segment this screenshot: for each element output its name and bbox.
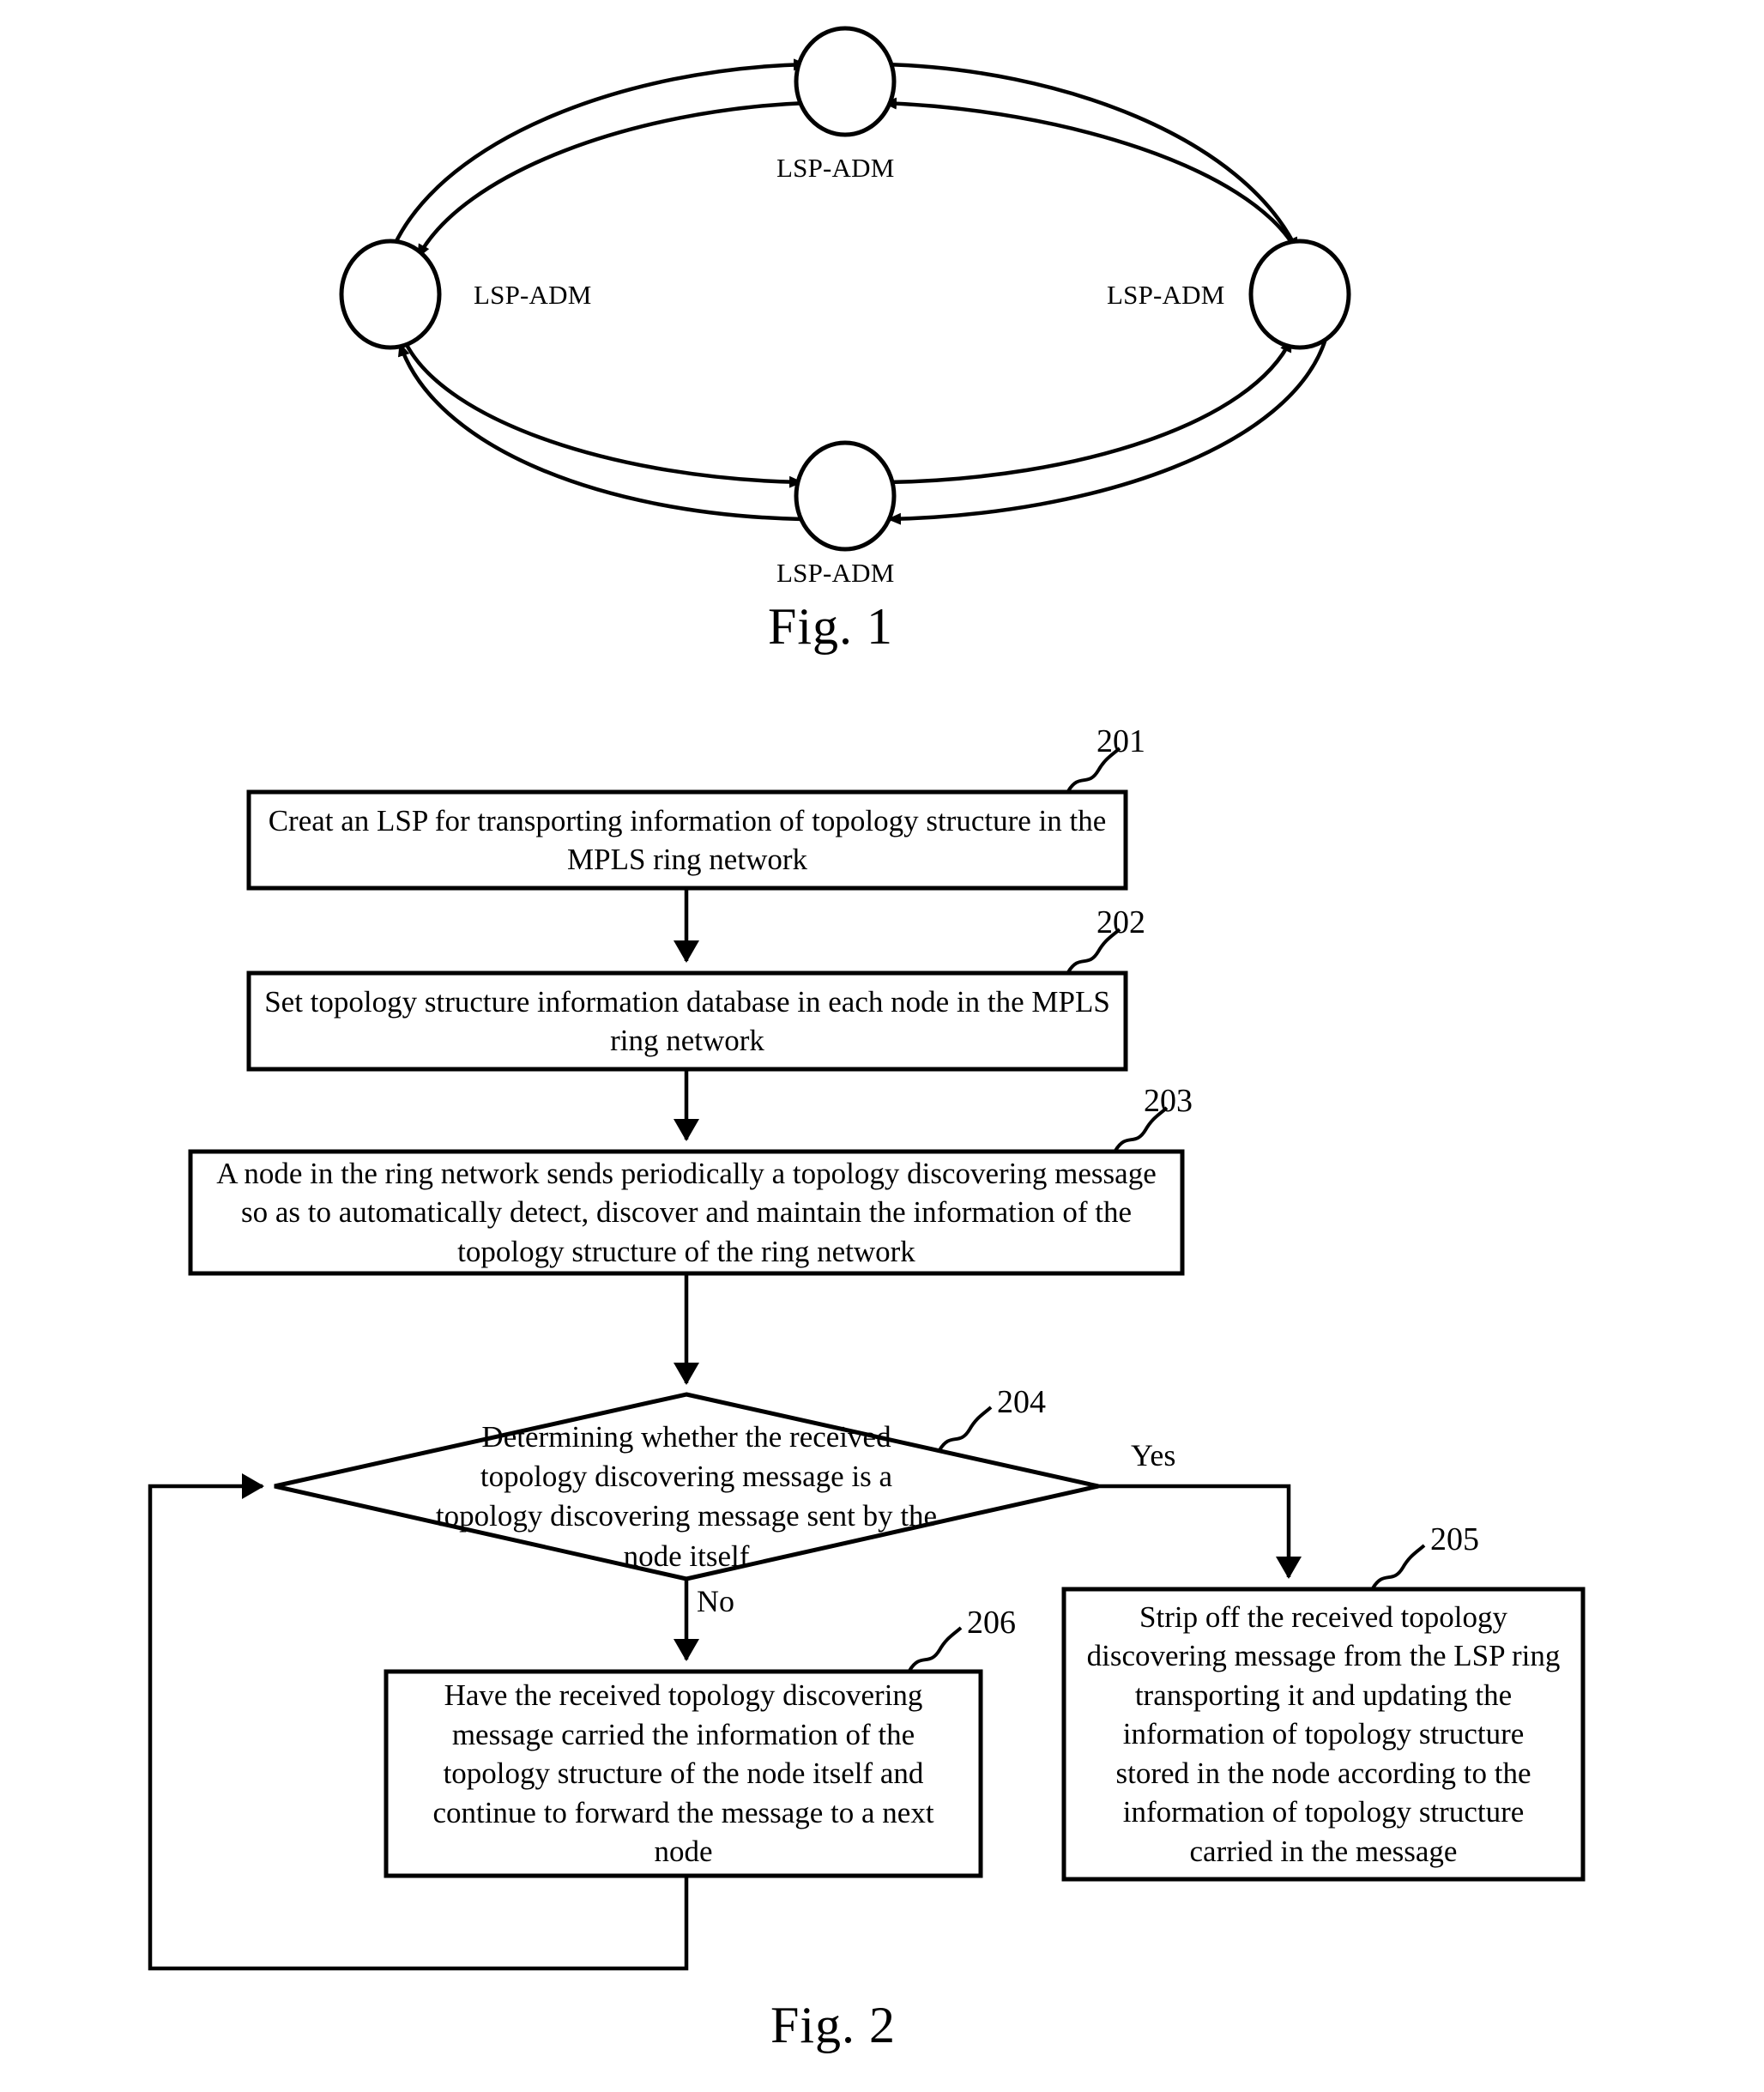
step-205-ref: 205: [1430, 1521, 1479, 1557]
step-202-text: Set topology structure information datab…: [264, 984, 1110, 1058]
leader-205: [1371, 1544, 1426, 1590]
connector-204-205-yes: [1098, 1484, 1302, 1579]
step-201-ref: 201: [1096, 723, 1145, 759]
step-202-text-container: Set topology structure information datab…: [251, 975, 1124, 1067]
step-206-text-container: Have the received topology discovering m…: [393, 1675, 974, 1872]
figure2-caption: Fig. 2: [770, 1997, 897, 2053]
step-204-ref: 204: [997, 1384, 1046, 1420]
step-206-text: Have the received topology discovering m…: [432, 1678, 934, 1869]
branch-label-yes: Yes: [1131, 1438, 1176, 1472]
leader-204: [938, 1406, 993, 1452]
step-204-text: Determining whether the received topolog…: [435, 1420, 938, 1573]
step-203-text: A node in the ring network sends periodi…: [216, 1156, 1157, 1268]
step-201-text-container: Creat an LSP for transporting informatio…: [251, 794, 1124, 886]
patent-drawing-sheet: LSP-ADM LSP-ADM LSP-ADM LSP-ADM Fig. 1 C…: [0, 0, 1764, 2092]
step-205-text: Strip off the received topology discover…: [1086, 1599, 1561, 1868]
step-206-ref: 206: [967, 1605, 1016, 1641]
step-203-text-container: A node in the ring network sends periodi…: [199, 1153, 1174, 1272]
step-202-ref: 202: [1096, 904, 1145, 940]
step-204-text-container: Determining whether the received topolog…: [429, 1418, 944, 1576]
branch-label-no: No: [697, 1584, 734, 1618]
leader-206: [908, 1626, 963, 1672]
step-201-text: Creat an LSP for transporting informatio…: [268, 803, 1107, 877]
step-205-text-container: Strip off the received topology discover…: [1071, 1594, 1576, 1874]
step-203-ref: 203: [1144, 1083, 1193, 1119]
